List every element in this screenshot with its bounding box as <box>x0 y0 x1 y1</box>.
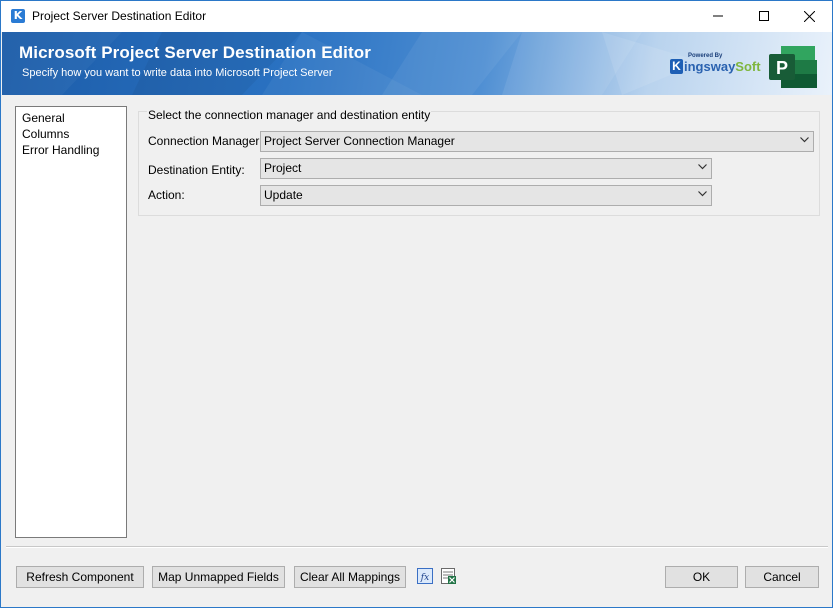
excel-export-icon[interactable] <box>441 568 457 584</box>
connection-manager-value: Project Server Connection Manager <box>264 134 455 148</box>
kingswaysoft-logo: Powered By KingswaySoft <box>670 50 762 74</box>
maximize-button[interactable] <box>741 1 787 31</box>
refresh-component-button[interactable]: Refresh Component <box>16 566 144 588</box>
nav-item-general[interactable]: General <box>22 110 126 126</box>
action-label: Action: <box>148 188 185 202</box>
header-banner: Microsoft Project Server Destination Edi… <box>2 32 832 95</box>
logo-wordmark: KingswaySoft <box>670 59 761 74</box>
logo-soft: Soft <box>735 59 761 74</box>
chevron-down-icon <box>698 191 707 197</box>
map-unmapped-fields-button[interactable]: Map Unmapped Fields <box>152 566 285 588</box>
action-select[interactable]: Update <box>260 185 712 206</box>
expression-fx-icon[interactable]: fx <box>417 568 433 584</box>
chevron-down-icon <box>800 137 809 143</box>
ok-button[interactable]: OK <box>665 566 738 588</box>
connection-manager-select[interactable]: Project Server Connection Manager <box>260 131 814 152</box>
logo-ingsway: ingsway <box>684 59 736 74</box>
editor-window: K Project Server Destination Editor Micr… <box>0 0 833 608</box>
action-value: Update <box>264 188 303 202</box>
clear-all-mappings-button[interactable]: Clear All Mappings <box>294 566 406 588</box>
title-bar: K Project Server Destination Editor <box>1 1 832 32</box>
banner-title: Microsoft Project Server Destination Edi… <box>19 43 371 62</box>
minimize-button[interactable] <box>695 1 741 31</box>
destination-entity-label: Destination Entity: <box>148 163 245 177</box>
maximize-icon <box>759 11 769 21</box>
kingsway-app-icon: K <box>11 9 25 23</box>
nav-item-error-handling[interactable]: Error Handling <box>22 142 126 158</box>
project-logo-icon: P <box>769 46 817 88</box>
close-button[interactable] <box>786 1 832 31</box>
left-nav: General Columns Error Handling <box>15 106 127 538</box>
banner-subtitle: Specify how you want to write data into … <box>22 67 333 79</box>
footer-separator <box>6 546 828 548</box>
connection-manager-label: Connection Manager: <box>148 134 263 148</box>
minimize-icon <box>713 15 723 17</box>
window-title: Project Server Destination Editor <box>32 9 207 23</box>
logo-k: K <box>670 59 683 74</box>
connection-group-title: Select the connection manager and destin… <box>147 108 432 122</box>
close-icon <box>803 10 815 22</box>
destination-entity-select[interactable]: Project <box>260 158 712 179</box>
fx-icon-text: fx <box>420 573 429 583</box>
nav-item-columns[interactable]: Columns <box>22 126 126 142</box>
chevron-down-icon <box>698 164 707 170</box>
project-logo-letter: P <box>776 58 788 78</box>
destination-entity-value: Project <box>264 161 302 175</box>
cancel-button[interactable]: Cancel <box>745 566 819 588</box>
